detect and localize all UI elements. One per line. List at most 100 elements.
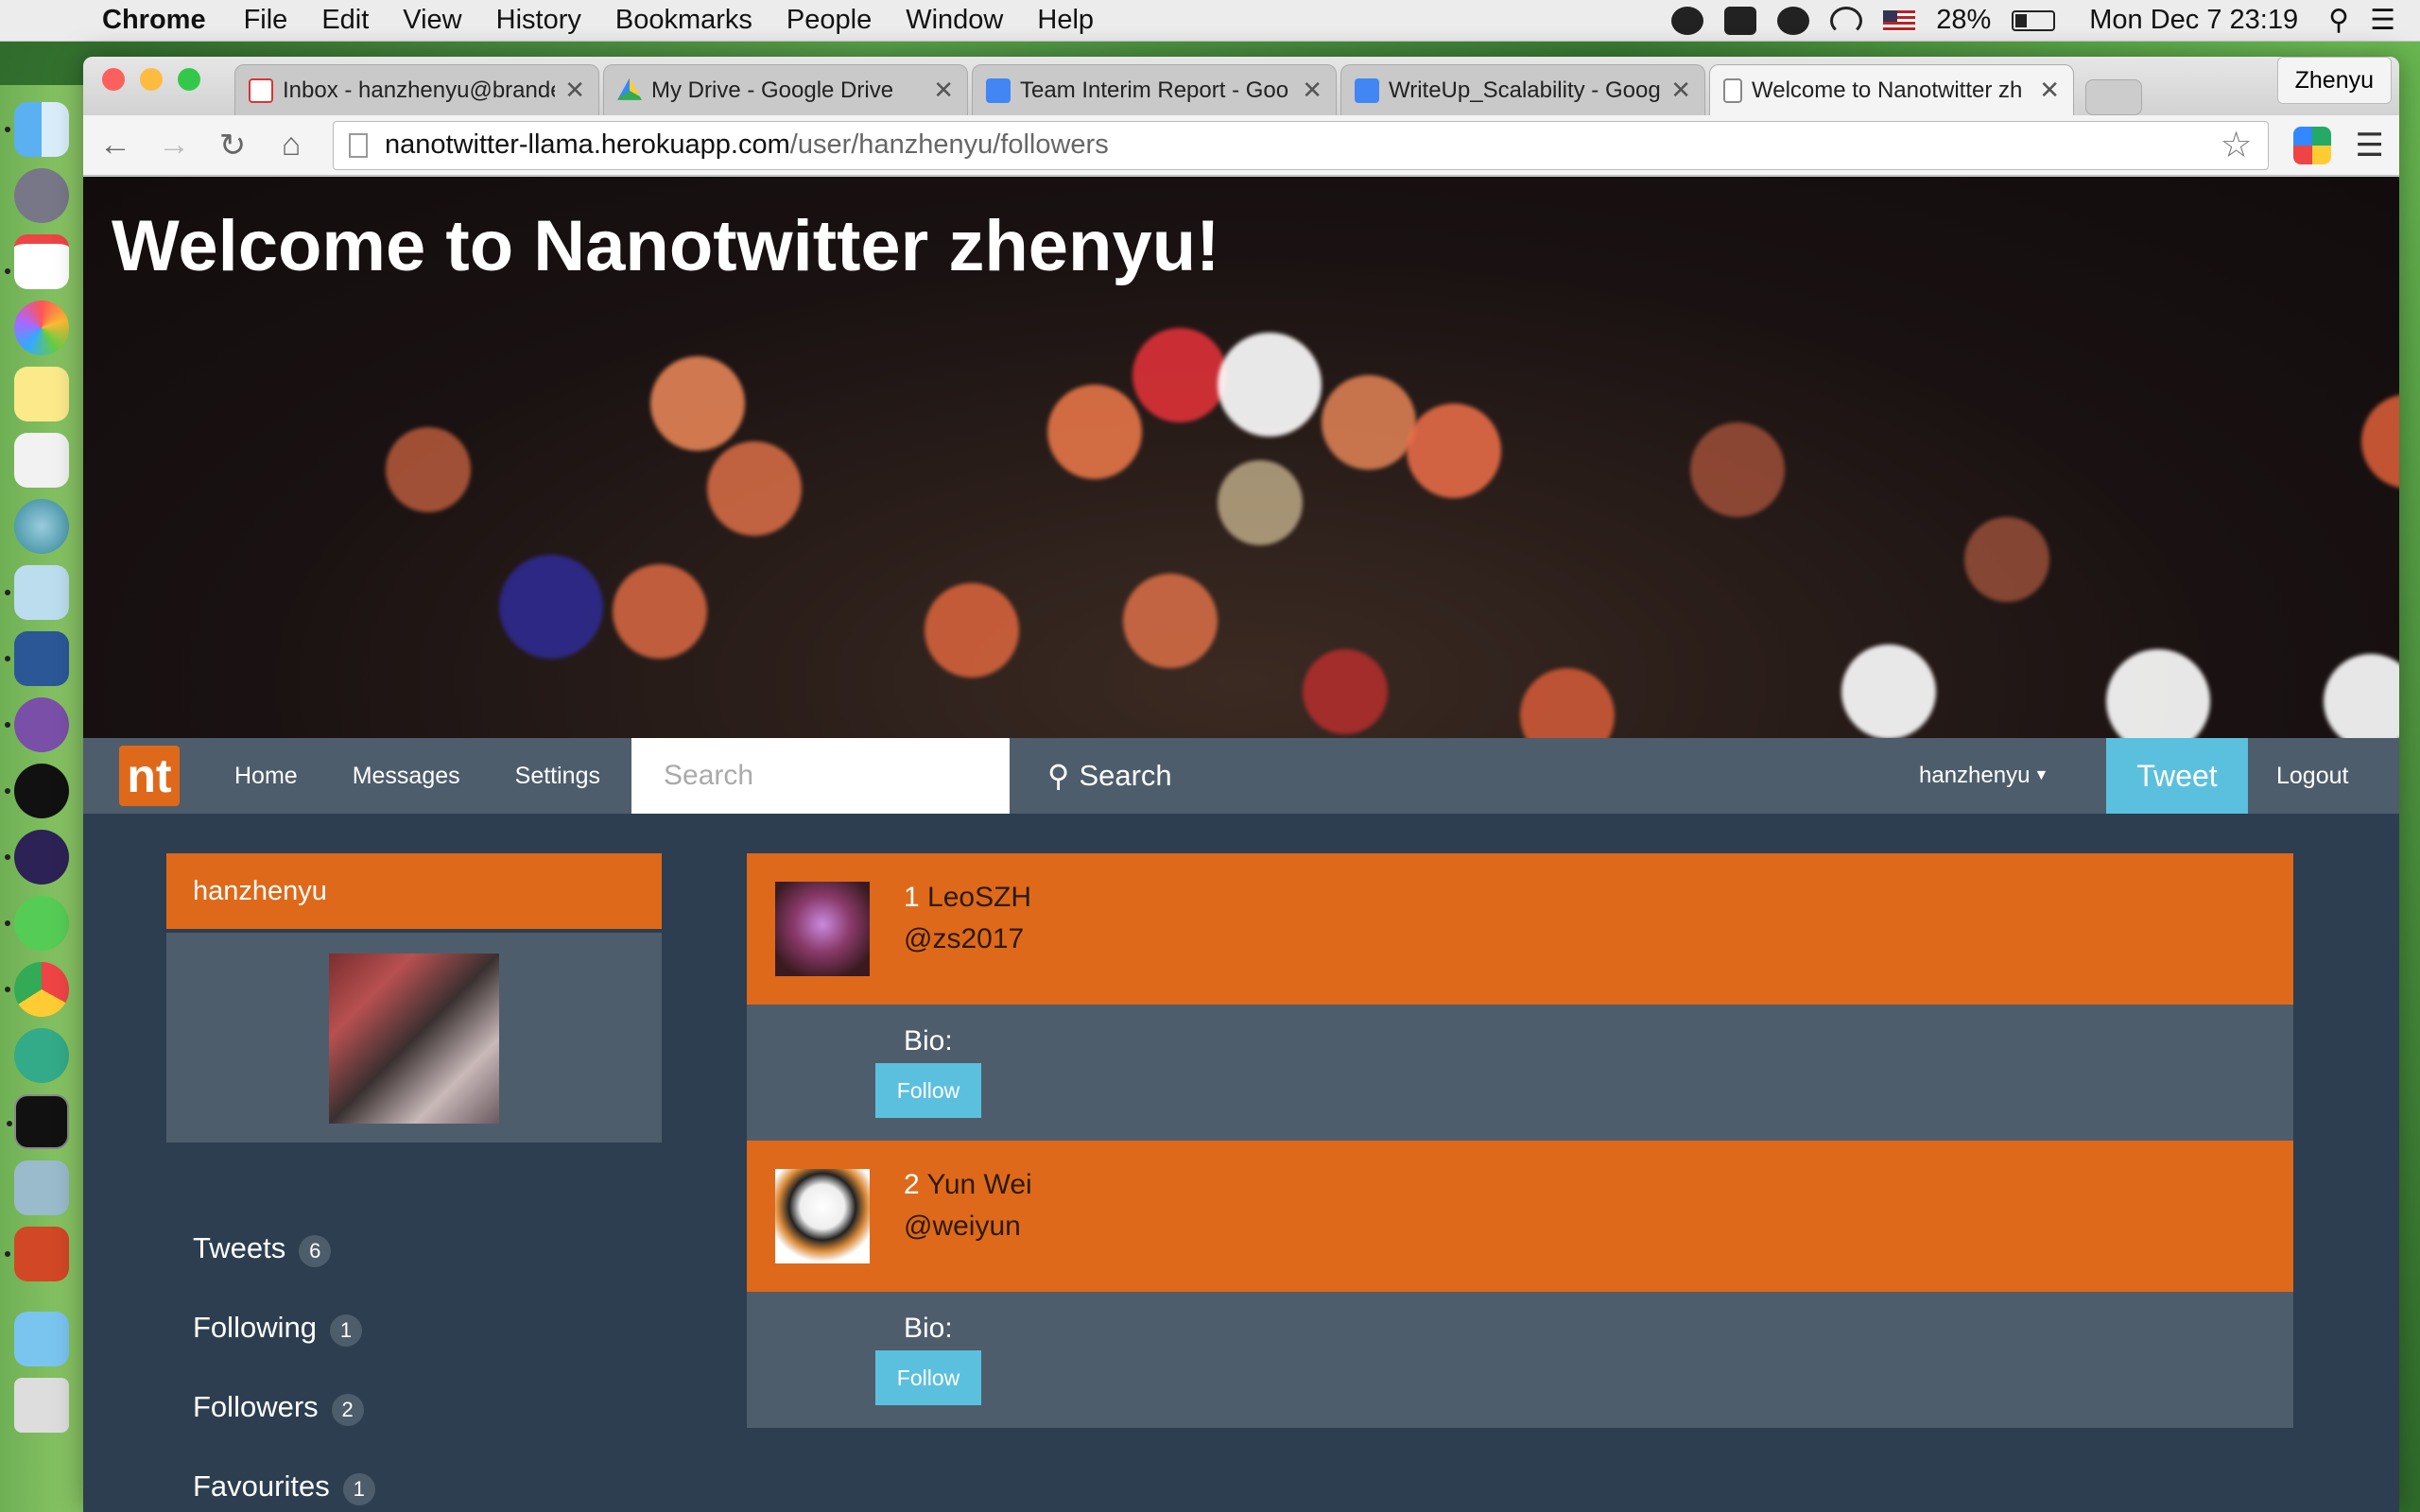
wechat-status-icon[interactable] <box>1671 6 1704 35</box>
tab-team-interim-report[interactable]: Team Interim Report - Goo ✕ <box>972 64 1337 115</box>
spotlight-search-icon[interactable]: ⚲ <box>2328 4 2349 37</box>
close-tab-icon[interactable]: ✕ <box>933 76 954 105</box>
tab-strip: Inbox - hanzhenyu@brande ✕ My Drive - Go… <box>83 57 2399 115</box>
preview-icon[interactable] <box>5 565 69 620</box>
textedit-icon[interactable] <box>14 433 69 488</box>
notification-center-icon[interactable]: ☰ <box>2370 4 2395 37</box>
menu-bookmarks[interactable]: Bookmarks <box>615 5 752 36</box>
close-tab-icon[interactable]: ✕ <box>2039 76 2060 105</box>
calendar-icon[interactable] <box>5 234 69 289</box>
stat-following[interactable]: Following 1 <box>193 1288 375 1367</box>
photos-icon[interactable] <box>14 301 69 355</box>
follower-card-body: Bio: Follow <box>747 1005 2293 1141</box>
follow-button[interactable]: Follow <box>875 1350 981 1405</box>
maximize-window-button[interactable] <box>178 68 200 91</box>
tab-nanotwitter[interactable]: Welcome to Nanotwitter zh ✕ <box>1709 64 2074 115</box>
eclipse-icon[interactable] <box>5 830 69 885</box>
finder-icon[interactable] <box>5 102 69 157</box>
address-bar[interactable]: nanotwitter-llama.herokuapp.com/user/han… <box>333 120 2269 170</box>
hero-banner: Welcome to Nanotwitter zhenyu! <box>83 177 2399 738</box>
tweet-button[interactable]: Tweet <box>2106 738 2248 814</box>
github-icon[interactable] <box>5 697 69 752</box>
stat-label: Followers <box>193 1390 319 1423</box>
user-dropdown[interactable]: hanzhenyu ▼ <box>1919 738 2048 814</box>
search-button[interactable]: ⚲ Search <box>1047 738 1172 814</box>
menu-window[interactable]: Window <box>906 5 1003 36</box>
close-tab-icon[interactable]: ✕ <box>564 76 585 105</box>
menu-view[interactable]: View <box>403 5 461 36</box>
follower-avatar[interactable] <box>775 882 870 976</box>
trash-icon[interactable] <box>14 1378 69 1433</box>
downloads-folder-icon[interactable] <box>14 1312 69 1366</box>
terminal-icon[interactable] <box>7 1094 69 1149</box>
word-icon[interactable] <box>5 631 69 686</box>
qq-status-icon[interactable] <box>1777 6 1810 35</box>
count-badge: 2 <box>331 1394 364 1426</box>
page-info-icon[interactable] <box>349 132 368 158</box>
dropbox-status-icon[interactable] <box>1724 6 1757 35</box>
stat-favourites[interactable]: Favourites 1 <box>193 1447 375 1512</box>
web-page: Welcome to Nanotwitter zhenyu! nt Home M… <box>83 177 2399 1512</box>
wechat-icon[interactable] <box>5 896 69 951</box>
launchpad-icon[interactable] <box>14 168 69 223</box>
qq-icon[interactable] <box>5 764 69 818</box>
search-input[interactable]: Search <box>631 738 1010 814</box>
powerpoint-icon[interactable] <box>5 1227 69 1281</box>
minimize-window-button[interactable] <box>140 68 163 91</box>
follower-handle[interactable]: @weiyun <box>904 1211 1021 1243</box>
nav-home[interactable]: Home <box>234 763 298 790</box>
tab-title: Team Interim Report - Goo <box>1020 77 1289 103</box>
follower-display-name: Yun Wei <box>926 1169 1032 1200</box>
chrome-menu-icon[interactable]: ☰ <box>2356 127 2384 164</box>
battery-percent: 28% <box>1936 5 1992 35</box>
menu-clock[interactable]: Mon Dec 7 23:19 <box>2089 5 2298 36</box>
home-icon[interactable]: ⌂ <box>274 127 308 163</box>
google-docs-icon <box>1355 77 1379 103</box>
follower-handle[interactable]: @zs2017 <box>904 923 1024 955</box>
follower-name[interactable]: 2 Yun Wei <box>904 1169 1032 1201</box>
close-tab-icon[interactable]: ✕ <box>1670 76 1691 105</box>
logout-link[interactable]: Logout <box>2276 738 2348 814</box>
follower-card-header: 2 Yun Wei @weiyun <box>747 1141 2293 1292</box>
close-tab-icon[interactable]: ✕ <box>1302 76 1322 105</box>
stat-followers[interactable]: Followers 2 <box>193 1367 375 1447</box>
nav-messages[interactable]: Messages <box>353 763 460 790</box>
browser-window: Inbox - hanzhenyu@brande ✕ My Drive - Go… <box>83 57 2399 1512</box>
close-window-button[interactable] <box>102 68 125 91</box>
menu-file[interactable]: File <box>244 5 288 36</box>
reload-icon[interactable]: ↻ <box>216 127 250 164</box>
forward-arrow-icon[interactable]: → <box>157 127 191 163</box>
user-dropdown-label: hanzhenyu <box>1919 763 2031 788</box>
tab-gmail[interactable]: Inbox - hanzhenyu@brande ✕ <box>234 64 599 115</box>
url-path: /user/hanzhenyu/followers <box>789 129 1109 160</box>
profile-button[interactable]: Zhenyu <box>2276 57 2392 104</box>
chrome-icon[interactable] <box>5 962 69 1017</box>
bookmark-star-icon[interactable]: ☆ <box>2220 124 2252 166</box>
image-capture-icon[interactable] <box>14 1160 69 1215</box>
tab-writeup-scalability[interactable]: WriteUp_Scalability - Goog ✕ <box>1340 64 1705 115</box>
back-arrow-icon[interactable]: ← <box>98 127 132 163</box>
menu-edit[interactable]: Edit <box>321 5 369 36</box>
follower-name[interactable]: 1 LeoSZH <box>904 882 1031 914</box>
menu-people[interactable]: People <box>786 5 872 36</box>
menu-help[interactable]: Help <box>1037 5 1094 36</box>
new-tab-button[interactable] <box>2085 79 2142 115</box>
follow-button[interactable]: Follow <box>875 1063 981 1118</box>
maps-icon[interactable] <box>14 499 69 554</box>
stat-tweets[interactable]: Tweets 6 <box>193 1209 375 1288</box>
stat-label: Tweets <box>193 1231 286 1264</box>
nav-settings[interactable]: Settings <box>515 763 600 790</box>
atom-icon[interactable] <box>14 1028 69 1083</box>
extension-icon[interactable] <box>2292 126 2331 164</box>
follower-avatar[interactable] <box>775 1169 870 1263</box>
app-menu[interactable]: Chrome <box>102 5 206 36</box>
brand-logo[interactable]: nt <box>119 746 180 806</box>
tab-title: Inbox - hanzhenyu@brande <box>283 77 556 103</box>
notes-icon[interactable] <box>14 367 69 421</box>
menu-history[interactable]: History <box>496 5 581 36</box>
wifi-icon[interactable] <box>1830 6 1863 35</box>
input-source-flag-icon[interactable] <box>1883 9 1916 31</box>
tab-google-drive[interactable]: My Drive - Google Drive ✕ <box>603 64 968 115</box>
battery-icon[interactable] <box>2012 9 2056 31</box>
profile-avatar <box>329 954 499 1124</box>
